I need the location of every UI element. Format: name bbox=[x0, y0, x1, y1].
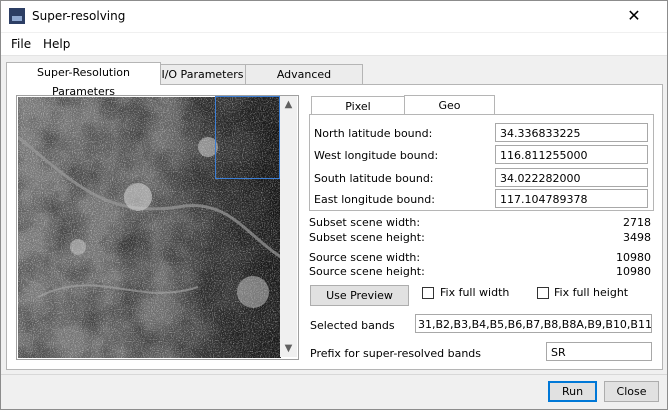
tab-pixel-coordinates[interactable]: Pixel Coordinates bbox=[311, 96, 405, 132]
subset-width-value: 2718 bbox=[623, 216, 651, 229]
source-width-label: Source scene width: bbox=[309, 251, 421, 264]
tab-super-resolution-parameters[interactable]: Super-Resolution Parameters bbox=[6, 62, 161, 98]
fix-full-width-label: Fix full width bbox=[440, 286, 510, 299]
scroll-up-icon[interactable]: ▲ bbox=[280, 96, 297, 113]
fix-full-height-checkbox[interactable] bbox=[537, 287, 549, 299]
fix-full-width-checkbox[interactable] bbox=[422, 287, 434, 299]
west-longitude-label: West longitude bound: bbox=[314, 149, 439, 162]
use-preview-button[interactable]: Use Preview bbox=[310, 285, 409, 306]
subset-selection-rectangle[interactable] bbox=[215, 96, 280, 179]
prefix-label: Prefix for super-resolved bands bbox=[310, 347, 482, 360]
snap-icon bbox=[9, 8, 25, 24]
prefix-input[interactable]: SR bbox=[546, 342, 652, 361]
source-height-label: Source scene height: bbox=[309, 265, 425, 278]
menu-file[interactable]: File bbox=[11, 37, 31, 51]
tab-io-parameters[interactable]: I/O Parameters bbox=[159, 64, 246, 84]
east-longitude-label: East longitude bound: bbox=[314, 193, 435, 206]
close-button[interactable]: Close bbox=[604, 381, 659, 402]
east-longitude-input[interactable]: 117.104789378 bbox=[495, 189, 648, 208]
run-button[interactable]: Run bbox=[548, 381, 597, 402]
tab-geo-coordinates[interactable]: Geo Coordinates bbox=[404, 95, 495, 131]
source-height-value: 10980 bbox=[616, 265, 651, 278]
fix-full-height-label: Fix full height bbox=[554, 286, 629, 299]
selected-bands-input[interactable]: 31,B2,B3,B4,B5,B6,B7,B8,B8A,B9,B10,B11,B… bbox=[415, 314, 652, 333]
tab-advanced-parameters[interactable]: Advanced Parameters bbox=[245, 64, 363, 100]
window-title: Super-resolving bbox=[32, 9, 126, 23]
subset-height-value: 3498 bbox=[623, 231, 651, 244]
source-width-value: 10980 bbox=[616, 251, 651, 264]
main-tabs: Super-Resolution Parameters I/O Paramete… bbox=[1, 62, 667, 100]
subset-height-label: Subset scene height: bbox=[309, 231, 425, 244]
subset-width-label: Subset scene width: bbox=[309, 216, 421, 229]
dialog-window: Super-resolving ✕ File Help Super-Resolu… bbox=[0, 0, 668, 410]
close-window-icon[interactable]: ✕ bbox=[623, 6, 645, 26]
south-latitude-input[interactable]: 34.022282000 bbox=[495, 168, 648, 187]
selected-bands-label: Selected bands bbox=[310, 319, 395, 332]
preview-scrollbar[interactable]: ▲ ▼ bbox=[280, 96, 297, 357]
title-bar: Super-resolving ✕ bbox=[1, 1, 667, 32]
south-latitude-label: South latitude bound: bbox=[314, 172, 434, 185]
footer-divider bbox=[1, 374, 667, 375]
menu-help[interactable]: Help bbox=[43, 37, 70, 51]
north-latitude-input[interactable]: 34.336833225 bbox=[495, 123, 648, 142]
west-longitude-input[interactable]: 116.811255000 bbox=[495, 145, 648, 164]
menu-bar: File Help bbox=[1, 33, 667, 56]
scroll-down-icon[interactable]: ▼ bbox=[280, 340, 297, 357]
north-latitude-label: North latitude bound: bbox=[314, 127, 433, 140]
